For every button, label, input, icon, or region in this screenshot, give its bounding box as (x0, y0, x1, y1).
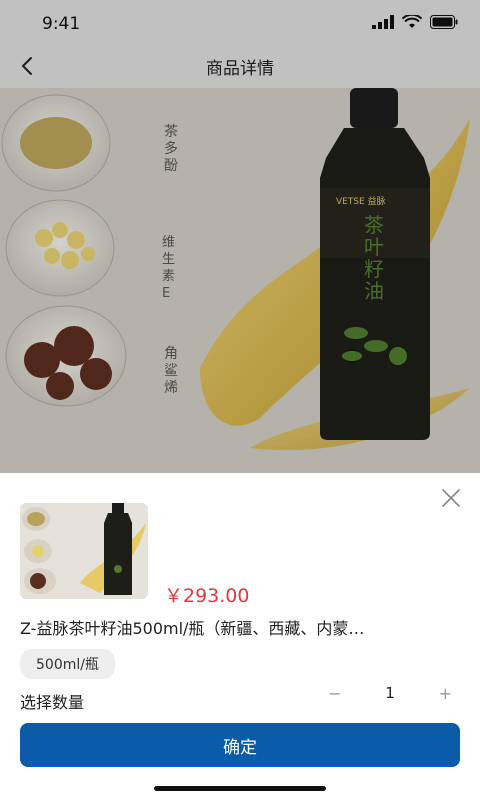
quantity-value[interactable]: 1 (385, 684, 395, 702)
confirm-button[interactable]: 确定 (20, 723, 460, 767)
product-thumbnail (20, 503, 148, 599)
product-price: ￥293.00 (164, 585, 250, 607)
dim-overlay[interactable] (0, 0, 480, 473)
product-name: Z-益脉茶叶籽油500ml/瓶（新疆、西藏、内蒙… (20, 619, 365, 638)
home-indicator (154, 786, 326, 791)
close-icon[interactable] (440, 487, 462, 509)
quantity-increase-button[interactable]: + (439, 684, 452, 703)
spec-option-500ml[interactable]: 500ml/瓶 (20, 649, 115, 679)
quantity-label: 选择数量 (20, 693, 85, 712)
quantity-decrease-button[interactable]: − (328, 684, 341, 703)
quantity-stepper: − 1 + (328, 681, 452, 705)
sku-bottom-sheet: ￥293.00 Z-益脉茶叶籽油500ml/瓶（新疆、西藏、内蒙… 500ml/… (0, 473, 480, 800)
